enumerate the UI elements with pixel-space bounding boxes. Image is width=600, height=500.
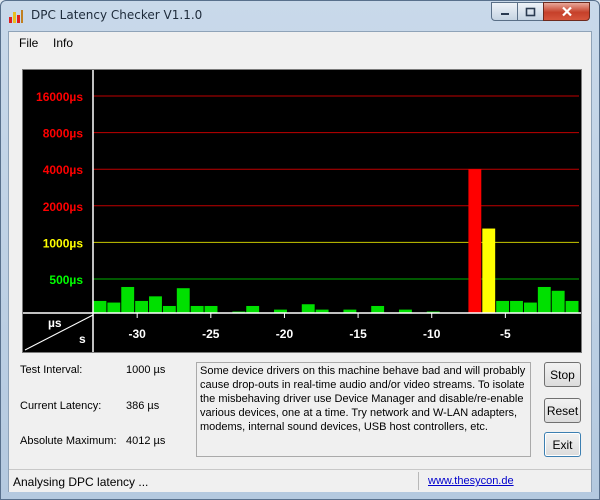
- y-tick-label: 500µs: [49, 273, 83, 287]
- window-title: DPC Latency Checker V1.1.0: [31, 8, 203, 22]
- close-button[interactable]: [543, 2, 590, 21]
- latency-bar: [510, 300, 523, 313]
- current-latency-value: 386 µs: [126, 400, 160, 412]
- title-bar[interactable]: DPC Latency Checker V1.1.0: [1, 1, 599, 31]
- x-tick-label: -30: [129, 327, 147, 341]
- x-tick-label: -10: [423, 327, 441, 341]
- y-tick-label: 1000µs: [43, 236, 84, 250]
- latency-bar: [190, 305, 204, 313]
- website-link[interactable]: www.thesycon.de: [428, 475, 514, 487]
- latency-bar: [496, 300, 510, 313]
- maximize-button[interactable]: [517, 2, 544, 21]
- menu-file[interactable]: File: [19, 36, 38, 50]
- latency-bar: [149, 296, 162, 313]
- reset-button[interactable]: Reset: [544, 398, 581, 423]
- latency-bar: [176, 288, 190, 313]
- latency-chart: 16000µs 8000µs 4000µs 2000µs 1000µs 500µs µs s -…: [22, 69, 582, 353]
- x-tick-label: -20: [276, 327, 294, 341]
- latency-bar: [162, 305, 176, 313]
- latency-bar: [107, 302, 121, 313]
- status-bar: Analysing DPC latency ... www.thesycon.d…: [9, 469, 591, 492]
- latency-bar: [135, 300, 149, 313]
- current-latency-label: Current Latency:: [20, 400, 102, 412]
- absolute-maximum-value: 4012 µs: [126, 435, 166, 447]
- status-text: Analysing DPC latency ...: [13, 475, 149, 489]
- x-tick-label: -25: [202, 327, 220, 341]
- menu-bar: File Info: [9, 32, 591, 54]
- latency-bar: [468, 169, 482, 313]
- latency-bar: [537, 286, 551, 313]
- app-window: DPC Latency Checker V1.1.0 File Info 160…: [0, 0, 600, 500]
- stop-button[interactable]: Stop: [544, 362, 581, 387]
- latency-bar: [121, 286, 135, 313]
- y-tick-label: 4000µs: [43, 163, 84, 177]
- latency-bar: [246, 305, 260, 313]
- x-tick-label: -5: [500, 327, 511, 341]
- latency-bar: [93, 300, 107, 313]
- x-tick-label: -15: [349, 327, 367, 341]
- y-tick-label: 8000µs: [43, 127, 84, 141]
- latency-bar: [482, 228, 496, 313]
- latency-bar: [565, 300, 579, 313]
- status-divider: [418, 472, 419, 490]
- test-interval-value: 1000 µs: [126, 364, 166, 376]
- menu-info[interactable]: Info: [53, 36, 73, 50]
- close-icon: [561, 6, 572, 17]
- latency-bar: [551, 290, 565, 313]
- absolute-maximum-label: Absolute Maximum:: [20, 435, 117, 447]
- app-icon: [9, 10, 23, 23]
- exit-button[interactable]: Exit: [544, 432, 581, 457]
- latency-chart-svg: 16000µs 8000µs 4000µs 2000µs 1000µs 500µs µs s -…: [23, 70, 581, 352]
- minimize-icon: [500, 12, 509, 15]
- y-tick-label: 2000µs: [43, 200, 84, 214]
- y-axis-unit: µs: [48, 316, 62, 330]
- test-interval-label: Test Interval:: [20, 364, 83, 376]
- minimize-button[interactable]: [491, 2, 518, 21]
- client-area: File Info 16000µs 8000µs 4000µs 2000µs 1000µ…: [8, 31, 592, 492]
- y-tick-label: 16000µs: [36, 90, 83, 104]
- latency-bar: [523, 302, 537, 313]
- latency-bar: [204, 305, 218, 313]
- info-text: Some device drivers on this machine beha…: [196, 362, 531, 457]
- latency-bar: [301, 304, 315, 313]
- latency-bar: [371, 305, 385, 313]
- maximize-icon: [525, 7, 536, 16]
- x-axis-unit: s: [79, 332, 86, 346]
